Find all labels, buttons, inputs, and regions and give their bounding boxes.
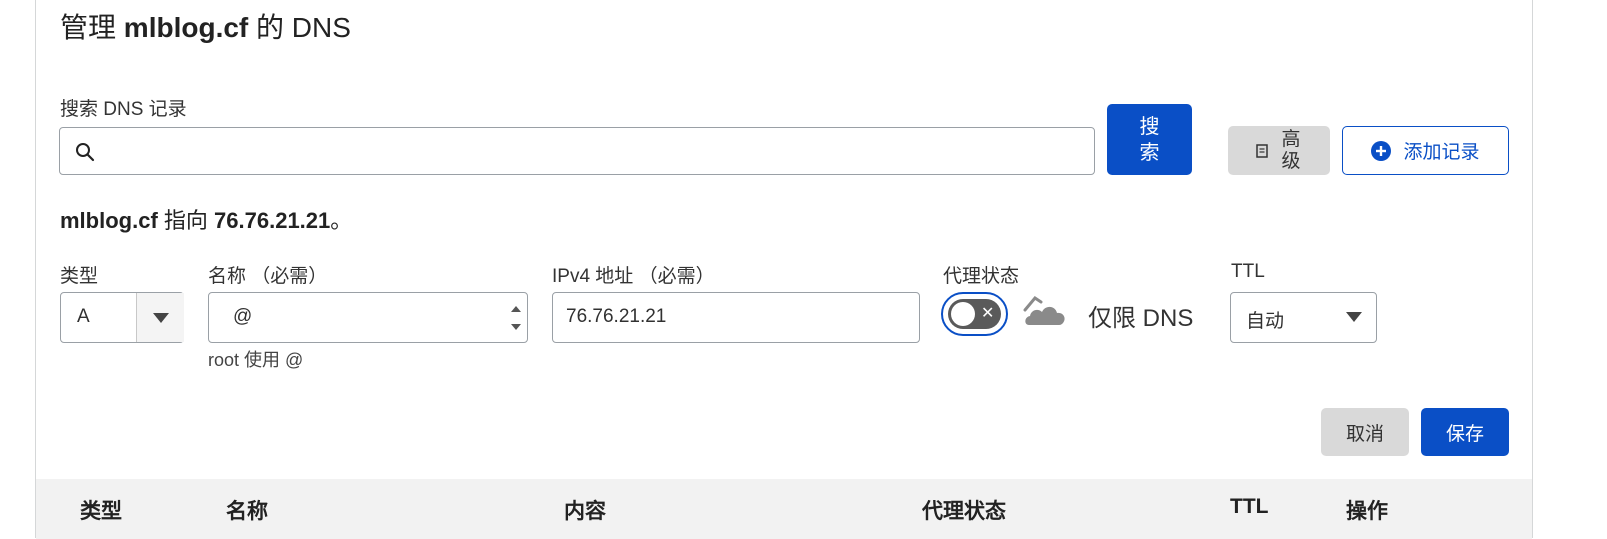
search-button-label: 搜索 bbox=[1139, 115, 1160, 164]
title-suffix: 的 DNS bbox=[256, 12, 351, 43]
points-to-ip: 76.76.21.21 bbox=[214, 208, 331, 233]
document-icon bbox=[1256, 143, 1268, 158]
name-value: @ bbox=[233, 306, 253, 327]
column-header[interactable]: 名称 bbox=[226, 495, 268, 525]
advanced-button[interactable]: 高级 bbox=[1228, 126, 1330, 175]
cancel-label: 取消 bbox=[1345, 423, 1384, 445]
add-record-label: 添加记录 bbox=[1403, 142, 1480, 163]
name-input[interactable]: @ bbox=[208, 292, 528, 343]
proxy-status-text: 仅限 DNS bbox=[1088, 305, 1194, 332]
points-to-text: 指向 bbox=[163, 208, 208, 233]
column-header[interactable]: 内容 bbox=[564, 495, 606, 525]
name-hint: root 使用 @ bbox=[208, 350, 304, 370]
type-select[interactable]: A bbox=[60, 292, 184, 343]
search-icon bbox=[76, 143, 95, 162]
proxy-toggle[interactable]: ✕ bbox=[941, 292, 1008, 336]
type-label: 类型 bbox=[60, 266, 99, 287]
advanced-button-label: 高级 bbox=[1281, 128, 1301, 172]
column-header[interactable]: 代理状态 bbox=[922, 495, 1006, 525]
search-button[interactable]: 搜索 bbox=[1107, 104, 1192, 175]
spinner-icon[interactable] bbox=[510, 301, 522, 335]
add-record-button[interactable]: 添加记录 bbox=[1342, 126, 1509, 175]
points-to-end: 。 bbox=[330, 208, 353, 233]
ttl-label: TTL bbox=[1231, 261, 1265, 282]
column-header[interactable]: 类型 bbox=[80, 495, 122, 525]
ttl-value: 自动 bbox=[1246, 311, 1285, 332]
save-button[interactable]: 保存 bbox=[1421, 408, 1509, 456]
search-input[interactable] bbox=[106, 134, 1080, 170]
column-header[interactable]: TTL bbox=[1230, 495, 1268, 519]
name-label: 名称 （必需） bbox=[208, 266, 328, 287]
type-dropdown-toggle[interactable] bbox=[136, 293, 184, 342]
type-value: A bbox=[77, 306, 90, 327]
points-to-domain: mlblog.cf bbox=[60, 208, 158, 233]
toggle-knob bbox=[951, 302, 975, 326]
ttl-select[interactable]: 自动 bbox=[1230, 292, 1377, 343]
column-header[interactable]: 操作 bbox=[1346, 495, 1388, 525]
search-label: 搜索 DNS 记录 bbox=[60, 99, 187, 120]
points-to-summary: mlblog.cf 指向 76.76.21.21。 bbox=[60, 203, 352, 235]
search-field[interactable] bbox=[59, 127, 1095, 175]
ipv4-input[interactable]: 76.76.21.21 bbox=[552, 292, 920, 343]
close-icon: ✕ bbox=[981, 305, 995, 322]
page-title: 管理 mlblog.cf 的 DNS bbox=[60, 6, 351, 46]
save-label: 保存 bbox=[1445, 423, 1484, 445]
dns-management-card: 管理 mlblog.cf 的 DNS 搜索 DNS 记录 搜索 高级 添加记录 … bbox=[35, 0, 1533, 539]
ipv4-label: IPv4 地址 （必需） bbox=[552, 266, 715, 287]
chevron-down-icon bbox=[152, 312, 169, 323]
cloud-icon bbox=[1023, 296, 1065, 325]
title-prefix: 管理 bbox=[60, 12, 117, 43]
title-domain: mlblog.cf bbox=[123, 12, 249, 43]
plus-circle-icon bbox=[1371, 140, 1392, 161]
cancel-button[interactable]: 取消 bbox=[1321, 408, 1409, 456]
proxy-label: 代理状态 bbox=[943, 266, 1020, 287]
ipv4-value: 76.76.21.21 bbox=[566, 306, 667, 327]
records-table-header: 类型 名称 内容 代理状态 TTL 操作 bbox=[36, 479, 1532, 539]
toggle-track: ✕ bbox=[948, 299, 1001, 329]
chevron-down-icon bbox=[1346, 312, 1362, 322]
